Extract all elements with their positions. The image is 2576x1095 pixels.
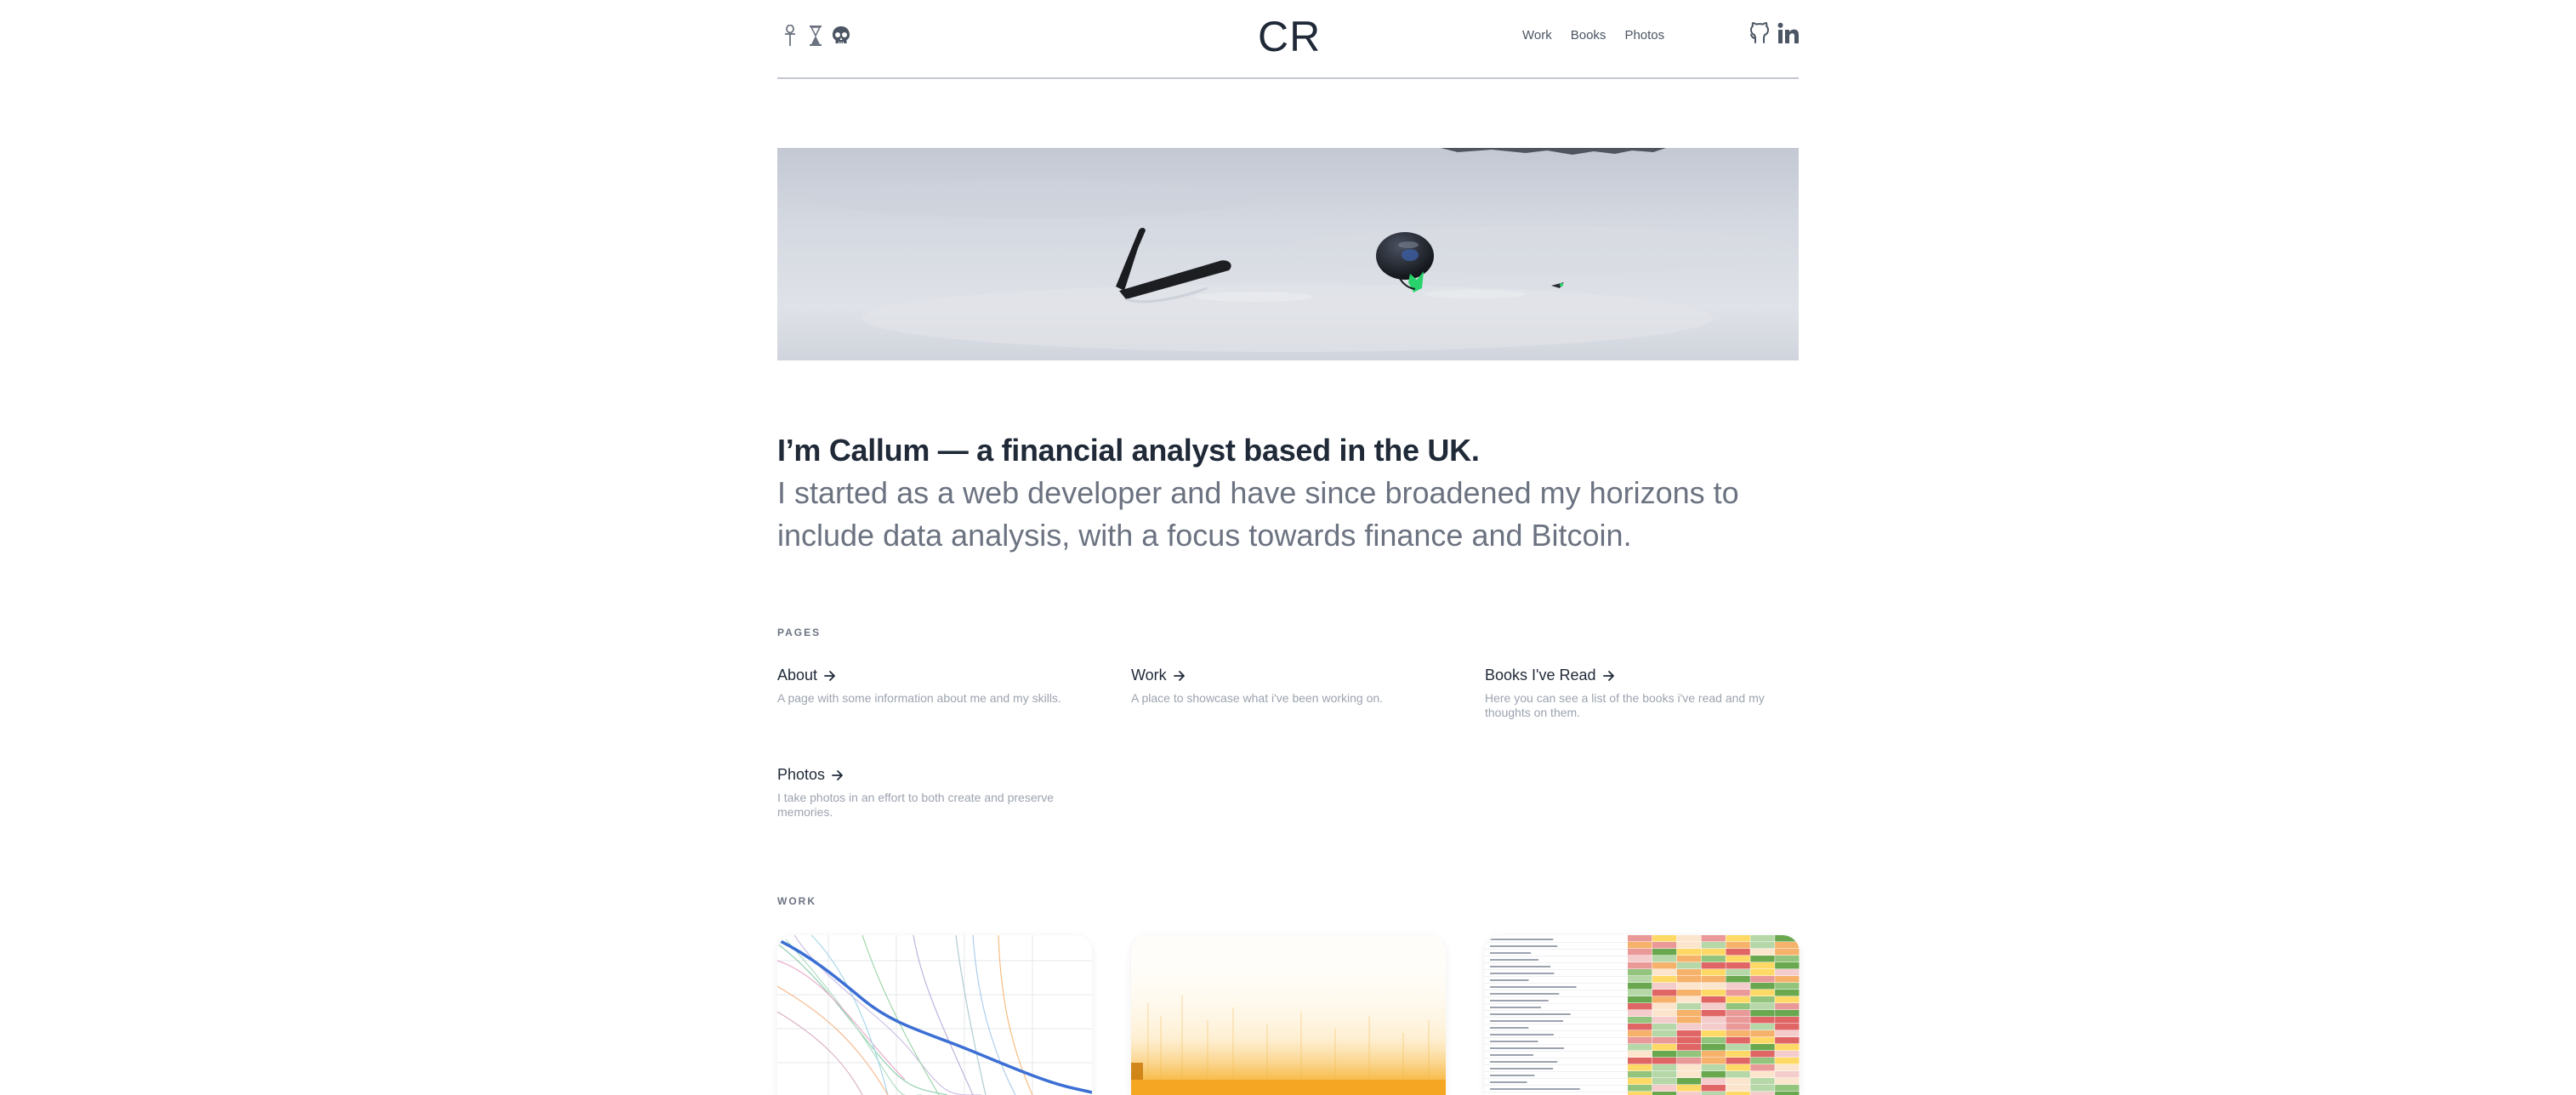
page-link-title[interactable]: Photos — [777, 766, 1092, 784]
page-link-title[interactable]: Work — [1131, 667, 1446, 684]
arrow-right-icon — [824, 670, 835, 681]
page-link-description: A place to showcase what i've been worki… — [1131, 691, 1384, 705]
arrow-right-icon — [832, 769, 843, 780]
intro-heading: I’m Callum — a financial analyst based i… — [777, 433, 1480, 468]
work-thumbnail-histogram — [1131, 935, 1446, 1095]
page-container: CR Work Books Photos I’m Callum — a fina… — [777, 0, 1800, 1095]
work-section-label: WORK — [777, 895, 816, 907]
work-thumbnail-lines — [777, 935, 1092, 1095]
page-link-work[interactable]: Work A place to showcase what i've been … — [1131, 667, 1446, 706]
github-icon[interactable] — [1750, 22, 1769, 48]
header-icon-group — [781, 24, 850, 48]
arrow-right-icon — [1602, 670, 1614, 681]
pages-section-label: PAGES — [777, 627, 822, 638]
page-link-title[interactable]: Books I've Read — [1485, 667, 1800, 684]
intro-body: I started as a web developer and have si… — [777, 475, 1739, 553]
nav-link-photos[interactable]: Photos — [1624, 28, 1664, 43]
social-links — [1750, 22, 1800, 48]
nav-link-books[interactable]: Books — [1571, 28, 1606, 43]
main-nav: Work Books Photos — [1522, 28, 1664, 43]
skull-icon[interactable] — [832, 24, 850, 48]
site-header: CR Work Books Photos — [777, 0, 1799, 79]
hero-image — [777, 148, 1799, 360]
page-link-title[interactable]: About — [777, 667, 1092, 684]
page-link-description: A page with some information about me an… — [777, 691, 1061, 705]
hourglass-icon[interactable] — [806, 24, 825, 48]
work-card-spreadsheet-heatmap[interactable] — [1485, 935, 1800, 1095]
site-logo[interactable]: CR — [1258, 12, 1320, 61]
arrow-right-icon — [1173, 670, 1185, 681]
ankh-icon[interactable] — [781, 24, 799, 48]
page-link-description: Here you can see a list of the books i'v… — [1485, 691, 1765, 719]
page-link-books[interactable]: Books I've Read Here you can see a list … — [1485, 667, 1800, 720]
work-card-line-chart[interactable] — [777, 935, 1092, 1095]
page-link-photos[interactable]: Photos I take photos in an effort to bot… — [777, 766, 1092, 820]
linkedin-icon[interactable] — [1777, 22, 1800, 48]
hero-photo-snow-skier — [777, 148, 1799, 360]
work-card-histogram[interactable] — [1131, 935, 1446, 1095]
intro-section: I’m Callum — a financial analyst based i… — [777, 429, 1799, 557]
page-link-about[interactable]: About A page with some information about… — [777, 667, 1092, 706]
page-link-description: I take photos in an effort to both creat… — [777, 791, 1055, 819]
work-thumbnail-heatmap — [1485, 935, 1800, 1095]
nav-link-work[interactable]: Work — [1522, 28, 1552, 43]
